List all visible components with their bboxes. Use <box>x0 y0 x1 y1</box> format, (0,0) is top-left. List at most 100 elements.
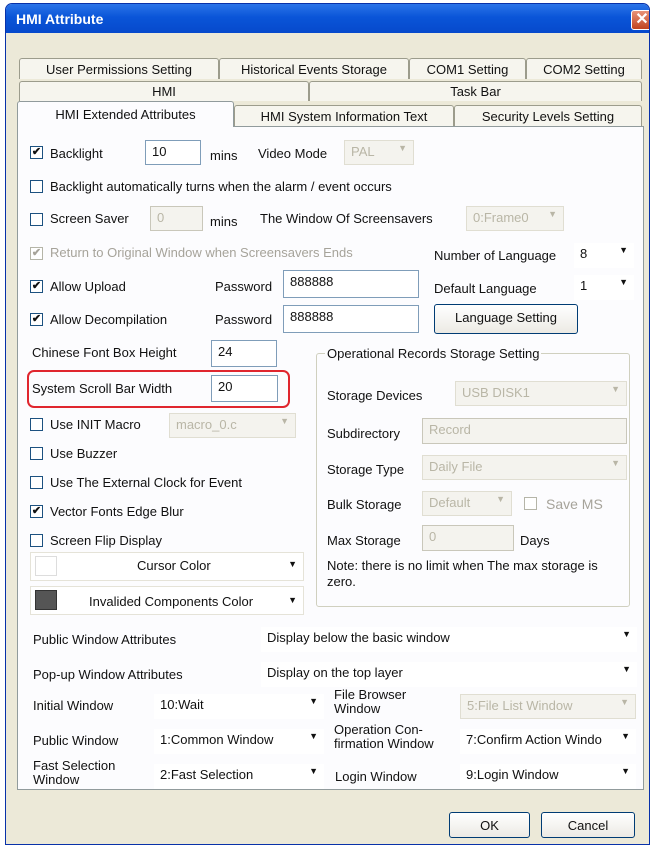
decompile-password-input[interactable]: 888888 <box>283 305 419 333</box>
tab-task-bar[interactable]: Task Bar <box>309 81 642 101</box>
bulk-storage-select[interactable]: Default ▼ <box>422 491 512 516</box>
fast-selection-label-line1: Fast Selection <box>33 758 116 773</box>
language-setting-button[interactable]: Language Setting <box>434 304 578 334</box>
screensaver-window-label: The Window Of Screensavers <box>260 211 433 226</box>
popup-attr-label: Pop-up Window Attributes <box>33 667 183 682</box>
external-clock-label: Use The External Clock for Event <box>50 475 242 490</box>
window-title: HMI Attribute <box>16 11 104 27</box>
chinese-font-input[interactable]: 24 <box>211 340 277 367</box>
op-confirm-label-line2: firmation Window <box>334 736 434 751</box>
screen-saver-checkbox[interactable] <box>30 213 43 226</box>
tab-security-levels[interactable]: Security Levels Setting <box>454 105 642 126</box>
backlight-input[interactable]: 10 <box>145 140 201 165</box>
op-confirm-value: 7:Confirm Action Windo <box>466 732 602 747</box>
backlight-label: Backlight <box>50 146 103 161</box>
chevron-down-icon: ▼ <box>611 458 620 468</box>
tab-hmi-extended-attributes[interactable]: HMI Extended Attributes <box>17 101 234 127</box>
screen-flip-checkbox[interactable] <box>30 534 43 547</box>
login-window-value: 9:Login Window <box>466 767 559 782</box>
allow-decompilation-checkbox[interactable]: ✔ <box>30 313 43 326</box>
public-attr-label: Public Window Attributes <box>33 632 177 647</box>
chevron-down-icon: ▼ <box>288 595 297 605</box>
backlight-alarm-checkbox[interactable] <box>30 180 43 193</box>
external-clock-checkbox[interactable] <box>30 476 43 489</box>
file-browser-select[interactable]: 5:File List Window ▼ <box>460 694 636 719</box>
decompile-password-label: Password <box>215 312 273 327</box>
file-browser-value: 5:File List Window <box>467 698 573 713</box>
scroll-bar-width-input[interactable]: 20 <box>211 375 278 402</box>
login-window-select[interactable]: 9:Login Window ▼ <box>460 764 636 789</box>
upload-password-input[interactable]: 888888 <box>283 270 419 298</box>
chevron-down-icon: ▼ <box>548 209 557 219</box>
screen-flip-label: Screen Flip Display <box>50 533 162 548</box>
bulk-storage-value: Default <box>429 495 471 510</box>
chevron-down-icon: ▼ <box>619 245 628 255</box>
public-attr-value: Display below the basic window <box>267 630 450 645</box>
upload-password-label: Password <box>215 279 273 294</box>
public-attr-select[interactable]: Display below the basic window ▼ <box>261 627 637 652</box>
default-language-select[interactable]: 1 ▼ <box>574 275 634 300</box>
return-original-checkbox[interactable]: ✔ <box>30 247 43 260</box>
scroll-bar-width-label: System Scroll Bar Width <box>32 381 173 396</box>
tab-system-information-text[interactable]: HMI System Information Text <box>234 105 454 126</box>
initial-window-select[interactable]: 10:Wait ▼ <box>154 694 324 719</box>
init-macro-label: Use INIT Macro <box>50 417 141 432</box>
return-original-label: Return to Original Window when Screensav… <box>50 245 353 260</box>
op-confirm-select[interactable]: 7:Confirm Action Windo ▼ <box>460 729 636 754</box>
vector-fonts-checkbox[interactable]: ✔ <box>30 505 43 518</box>
storage-devices-select[interactable]: USB DISK1 ▼ <box>455 381 627 406</box>
init-macro-select[interactable]: macro_0.c ▼ <box>169 413 296 438</box>
invalided-color-label: Invalided Components Color <box>89 594 254 609</box>
subdirectory-input[interactable]: Record <box>422 418 627 444</box>
save-ms-checkbox[interactable] <box>524 497 537 510</box>
cursor-color-select[interactable]: Cursor Color ▼ <box>30 552 304 581</box>
init-macro-value: macro_0.c <box>176 417 237 432</box>
file-browser-label-line2: Window <box>334 701 381 716</box>
fast-selection-label: Fast Selection Window <box>33 759 115 787</box>
chevron-down-icon: ▼ <box>622 664 631 674</box>
popup-attr-select[interactable]: Display on the top layer ▼ <box>261 662 637 687</box>
storage-devices-value: USB DISK1 <box>462 385 530 400</box>
backlight-checkbox[interactable]: ✔ <box>30 146 43 159</box>
vector-fonts-label: Vector Fonts Edge Blur <box>50 504 184 519</box>
public-window-select[interactable]: 1:Common Window ▼ <box>154 729 324 754</box>
initial-window-value: 10:Wait <box>160 697 204 712</box>
buzzer-checkbox[interactable] <box>30 447 43 460</box>
ok-button[interactable]: OK <box>449 812 530 838</box>
cursor-color-swatch <box>35 556 57 576</box>
max-storage-input[interactable]: 0 <box>422 525 514 551</box>
cancel-button[interactable]: Cancel <box>541 812 635 838</box>
tab-user-permissions[interactable]: User Permissions Setting <box>19 58 219 79</box>
fast-selection-select[interactable]: 2:Fast Selection ▼ <box>154 764 324 789</box>
screen-saver-input[interactable]: 0 <box>150 206 203 231</box>
screensaver-window-select[interactable]: 0:Frame0 ▼ <box>466 206 564 231</box>
invalided-color-swatch <box>35 590 57 610</box>
video-mode-select[interactable]: PAL ▼ <box>344 140 414 165</box>
fast-selection-label-line2: Window <box>33 772 80 787</box>
screen-saver-label: Screen Saver <box>50 211 129 226</box>
number-of-language-value: 8 <box>580 246 588 261</box>
allow-upload-checkbox[interactable]: ✔ <box>30 280 43 293</box>
tab-com1-setting[interactable]: COM1 Setting <box>409 58 526 79</box>
save-ms-label: Save MS <box>546 496 603 512</box>
storage-note: Note: there is no limit when The max sto… <box>327 558 598 589</box>
title-bar: HMI Attribute ✕ <box>6 4 649 33</box>
bulk-storage-label: Bulk Storage <box>327 497 402 512</box>
allow-decompilation-label: Allow Decompilation <box>50 312 168 327</box>
close-icon[interactable]: ✕ <box>631 10 649 30</box>
tab-com2-setting[interactable]: COM2 Setting <box>526 58 642 79</box>
days-label: Days <box>520 533 550 548</box>
chevron-down-icon: ▼ <box>309 731 318 741</box>
init-macro-checkbox[interactable] <box>30 418 43 431</box>
tab-historical-events[interactable]: Historical Events Storage <box>219 58 409 79</box>
video-mode-label: Video Mode <box>258 146 328 161</box>
chevron-down-icon: ▼ <box>309 766 318 776</box>
storage-group-title: Operational Records Storage Setting <box>325 346 542 361</box>
invalided-color-select[interactable]: Invalided Components Color ▼ <box>30 586 304 615</box>
number-of-language-select[interactable]: 8 ▼ <box>574 243 634 268</box>
tab-hmi[interactable]: HMI <box>19 81 309 101</box>
chevron-down-icon: ▼ <box>398 143 407 153</box>
chevron-down-icon: ▼ <box>619 277 628 287</box>
chevron-down-icon: ▼ <box>621 731 630 741</box>
storage-type-select[interactable]: Daily File ▼ <box>422 455 627 480</box>
